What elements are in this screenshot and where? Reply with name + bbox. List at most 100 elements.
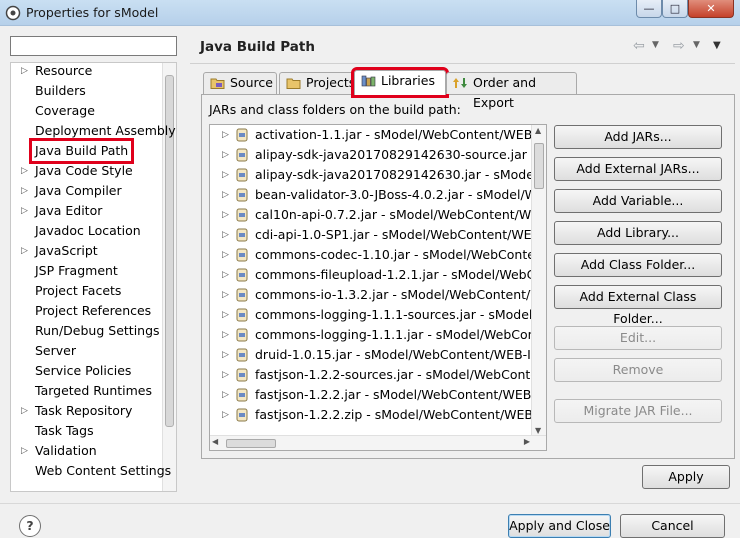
source-folder-icon xyxy=(210,78,225,89)
list-item[interactable]: ▷ alipay-sdk-java20170829142630.jar - sMo… xyxy=(210,165,546,185)
header-separator xyxy=(190,63,735,64)
tab-order-and-export[interactable]: Order and Export xyxy=(446,72,577,110)
expand-arrow-icon[interactable]: ▷ xyxy=(222,245,229,265)
tab-libraries[interactable]: Libraries xyxy=(351,67,449,98)
expand-arrow-icon[interactable]: ▷ xyxy=(222,405,229,425)
vertical-scroll-thumb[interactable] xyxy=(534,143,544,189)
minimize-button[interactable]: — xyxy=(636,0,662,18)
list-item[interactable]: ▷ fastjson-1.2.2-sources.jar - sModel/Web… xyxy=(210,365,546,385)
tree-item-label: Validation xyxy=(35,443,97,458)
vertical-scrollbar[interactable]: ▲ ▼ xyxy=(531,125,546,436)
projects-icon xyxy=(286,78,301,89)
add-jars-button[interactable]: Add JARs... xyxy=(554,125,722,149)
build-path-list[interactable]: ▷ fastjson-1.2.2.zip - sModel/WebContent/… xyxy=(209,124,547,451)
list-item[interactable]: ▷ bean-validator-3.0-JBoss-4.0.2.jar - sM… xyxy=(210,185,546,205)
migrate-jar-file-button[interactable]: Migrate JAR File... xyxy=(554,399,722,423)
tree-item-label: Java Code Style xyxy=(35,163,133,178)
expand-arrow-icon[interactable]: ▷ xyxy=(222,125,229,145)
apply-and-close-button[interactable]: Apply and Close xyxy=(508,514,611,538)
remove-button[interactable]: Remove xyxy=(554,358,722,382)
expand-arrow-icon[interactable]: ▷ xyxy=(222,185,229,205)
expand-arrow-icon[interactable]: ▷ xyxy=(21,201,28,221)
expand-arrow-icon[interactable]: ▷ xyxy=(222,385,229,405)
list-item[interactable]: ▷ commons-fileupload-1.2.1.jar - sModel/W… xyxy=(210,265,546,285)
tab-source[interactable]: Source xyxy=(203,72,277,94)
expand-arrow-icon[interactable]: ▷ xyxy=(21,63,28,81)
tree-item-label: Web Content Settings xyxy=(35,463,172,478)
forward-arrow-icon[interactable]: ⇨ xyxy=(673,38,685,54)
jar-label: commons-io-1.3.2.jar - sModel/WebContent… xyxy=(255,287,546,302)
add-external-class-folder-button[interactable]: Add External Class Folder... xyxy=(554,285,722,326)
list-item[interactable]: ▷ activation-1.1.jar - sModel/WebContent/… xyxy=(210,125,546,145)
jar-label: fastjson-1.2.2.zip - sModel/WebContent/W… xyxy=(255,407,547,422)
list-item[interactable]: ▷ fastjson-1.2.2.jar - sModel/WebContent/… xyxy=(210,385,546,405)
expand-arrow-icon[interactable]: ▷ xyxy=(222,345,229,365)
add-library-button[interactable]: Add Library... xyxy=(554,221,722,245)
tree-item-label: Service Policies xyxy=(35,363,132,378)
expand-arrow-icon[interactable]: ▷ xyxy=(222,145,229,165)
footer-separator xyxy=(0,503,740,504)
list-item[interactable]: ▷ commons-codec-1.10.jar - sModel/WebCont… xyxy=(210,245,546,265)
jar-label: commons-logging-1.1.1-sources.jar - sMod… xyxy=(255,307,546,322)
expand-arrow-icon[interactable]: ▷ xyxy=(21,441,28,461)
horizontal-scrollbar[interactable]: ◀ ▶ xyxy=(210,435,546,450)
jar-file-icon xyxy=(236,368,248,382)
tree-item-label: Project References xyxy=(35,303,152,318)
list-item[interactable]: ▷ alipay-sdk-java20170829142630-source.ja… xyxy=(210,145,546,165)
expand-arrow-icon[interactable]: ▷ xyxy=(222,225,229,245)
list-item[interactable]: ▷ druid-1.0.15.jar - sModel/WebContent/WE… xyxy=(210,345,546,365)
expand-arrow-icon[interactable]: ▷ xyxy=(222,365,229,385)
add-variable-button[interactable]: Add Variable... xyxy=(554,189,722,213)
list-item[interactable]: ▷ cal10n-api-0.7.2.jar - sModel/WebConten… xyxy=(210,205,546,225)
scroll-up-icon[interactable]: ▲ xyxy=(535,126,541,135)
horizontal-scroll-thumb[interactable] xyxy=(226,439,276,448)
jar-file-icon xyxy=(236,188,248,202)
tree-item-label: Coverage xyxy=(35,103,95,118)
forward-dropdown-icon[interactable]: ▼ xyxy=(693,40,700,50)
expand-arrow-icon[interactable]: ▷ xyxy=(222,165,229,185)
tab-projects[interactable]: Projects xyxy=(279,72,355,94)
scroll-right-icon[interactable]: ▶ xyxy=(524,437,530,446)
jar-label: cdi-api-1.0-SP1.jar - sModel/WebContent/… xyxy=(255,227,546,242)
expand-arrow-icon[interactable]: ▷ xyxy=(222,265,229,285)
list-item[interactable]: ▷ commons-logging-1.1.1-sources.jar - sMo… xyxy=(210,305,546,325)
tab-source-label: Source xyxy=(230,75,273,90)
expand-arrow-icon[interactable]: ▷ xyxy=(21,181,28,201)
jar-file-icon xyxy=(236,168,248,182)
list-item[interactable]: ▷ cdi-api-1.0-SP1.jar - sModel/WebContent… xyxy=(210,225,546,245)
cancel-button[interactable]: Cancel xyxy=(620,514,725,538)
list-item[interactable]: ▷ commons-io-1.3.2.jar - sModel/WebConten… xyxy=(210,285,546,305)
back-arrow-icon[interactable]: ⇦ xyxy=(633,38,645,54)
view-menu-icon[interactable]: ▼ xyxy=(713,40,721,51)
expand-arrow-icon[interactable]: ▷ xyxy=(21,161,28,181)
maximize-button[interactable]: □ xyxy=(662,0,688,18)
help-icon[interactable]: ? xyxy=(19,515,41,537)
tree-item-label: Targeted Runtimes xyxy=(35,383,152,398)
expand-arrow-icon[interactable]: ▷ xyxy=(21,401,28,421)
window-title: Properties for sModel xyxy=(26,5,159,20)
expand-arrow-icon[interactable]: ▷ xyxy=(222,325,229,345)
close-window-button[interactable]: ✕ xyxy=(688,0,734,18)
expand-arrow-icon[interactable]: ▷ xyxy=(222,285,229,305)
filter-input[interactable] xyxy=(10,36,177,56)
add-class-folder-button[interactable]: Add Class Folder... xyxy=(554,253,722,277)
scroll-down-icon[interactable]: ▼ xyxy=(535,426,541,435)
tree-item-label: Run/Debug Settings xyxy=(35,323,160,338)
back-dropdown-icon[interactable]: ▼ xyxy=(652,40,659,50)
tree-item-label: Resource xyxy=(35,63,93,78)
add-external-jars-button[interactable]: Add External JARs... xyxy=(554,157,722,181)
expand-arrow-icon[interactable]: ▷ xyxy=(222,205,229,225)
expand-arrow-icon[interactable]: ▷ xyxy=(222,305,229,325)
apply-button[interactable]: Apply xyxy=(642,465,730,489)
expand-arrow-icon[interactable]: ▷ xyxy=(21,241,28,261)
list-item[interactable]: ▷ commons-logging-1.1.1.jar - sModel/WebC… xyxy=(210,325,546,345)
list-item[interactable]: ▷ fastjson-1.2.2.zip - sModel/WebContent/… xyxy=(210,405,546,425)
tree-item-label: JSP Fragment xyxy=(35,263,118,278)
jar-file-icon xyxy=(236,208,248,222)
title-bar: Properties for sModel — □ ✕ xyxy=(0,0,740,26)
edit-button[interactable]: Edit... xyxy=(554,326,722,350)
scroll-left-icon[interactable]: ◀ xyxy=(212,437,218,446)
jar-file-icon xyxy=(236,348,248,362)
jar-label: cal10n-api-0.7.2.jar - sModel/WebContent… xyxy=(255,207,547,222)
tab-libraries-label: Libraries xyxy=(381,73,435,88)
